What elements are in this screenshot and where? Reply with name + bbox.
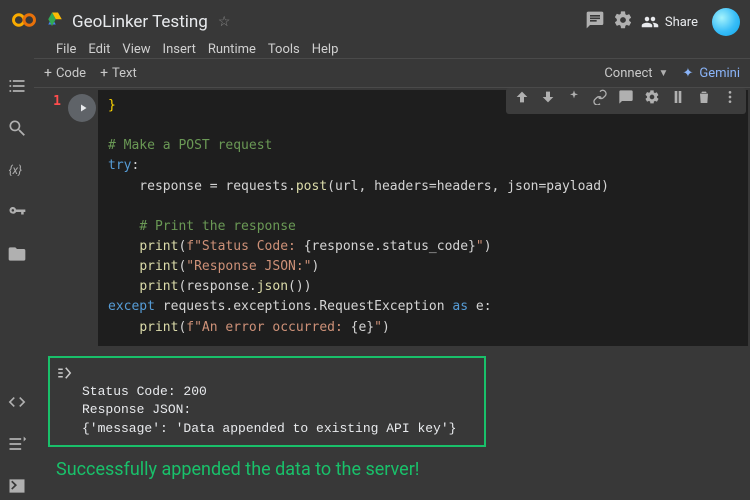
move-down-icon[interactable] <box>540 89 556 112</box>
menu-file[interactable]: File <box>56 42 76 57</box>
menu-insert[interactable]: Insert <box>163 42 196 57</box>
files-folder-icon[interactable] <box>7 244 27 268</box>
trash-icon[interactable] <box>696 89 712 112</box>
output-line: {'message': 'Data appended to existing A… <box>82 421 456 436</box>
drive-logo-icon <box>46 11 64 33</box>
sparkle-icon[interactable] <box>566 89 582 112</box>
variables-icon[interactable]: {x} <box>7 160 27 184</box>
command-palette-icon[interactable] <box>7 434 27 458</box>
colab-logo-icon <box>10 6 38 38</box>
secrets-key-icon[interactable] <box>7 202 27 226</box>
chevron-down-icon: ▼ <box>659 68 669 79</box>
run-cell-button[interactable] <box>68 94 96 122</box>
svg-text:{x}: {x} <box>9 163 22 177</box>
line-number: 1 <box>53 94 64 109</box>
link-icon[interactable] <box>592 89 608 112</box>
annotation-caption: Successfully appended the data to the se… <box>56 459 750 480</box>
search-icon[interactable] <box>7 118 27 142</box>
star-icon[interactable]: ☆ <box>218 14 231 30</box>
menu-help[interactable]: Help <box>312 42 339 57</box>
output-toggle-icon[interactable] <box>56 364 74 386</box>
menu-tools[interactable]: Tools <box>268 42 300 57</box>
output-line: Response JSON: <box>82 402 191 417</box>
cell-output: Status Code: 200 Response JSON: {'messag… <box>48 356 486 447</box>
menu-view[interactable]: View <box>122 42 150 57</box>
share-label: Share <box>665 15 698 30</box>
code-cell[interactable]: } # Make a POST request try: response = … <box>98 90 748 346</box>
more-vert-icon[interactable] <box>722 89 738 112</box>
account-avatar[interactable] <box>712 8 740 36</box>
output-line: Status Code: 200 <box>82 384 207 399</box>
terminal-icon[interactable] <box>7 476 27 500</box>
sparkle-icon: ✦ <box>682 66 693 81</box>
mirror-icon[interactable] <box>670 89 686 112</box>
gemini-button[interactable]: ✦ Gemini <box>682 66 740 81</box>
comment-icon[interactable] <box>618 89 634 112</box>
settings-gear-icon[interactable] <box>613 10 633 34</box>
comments-icon[interactable] <box>585 10 605 34</box>
menu-runtime[interactable]: Runtime <box>208 42 256 57</box>
add-code-button[interactable]: +Code <box>44 65 86 81</box>
cell-gear-icon[interactable] <box>644 89 660 112</box>
document-title[interactable]: GeoLinker Testing <box>72 12 208 32</box>
connect-button[interactable]: Connect ▼ <box>604 66 668 81</box>
add-text-button[interactable]: +Text <box>100 65 137 81</box>
move-up-icon[interactable] <box>514 89 530 112</box>
cell-toolbar <box>506 88 746 114</box>
menu-edit[interactable]: Edit <box>88 42 110 57</box>
toc-icon[interactable] <box>7 76 27 100</box>
share-button[interactable]: Share <box>641 13 698 31</box>
code-snippets-icon[interactable] <box>7 392 27 416</box>
